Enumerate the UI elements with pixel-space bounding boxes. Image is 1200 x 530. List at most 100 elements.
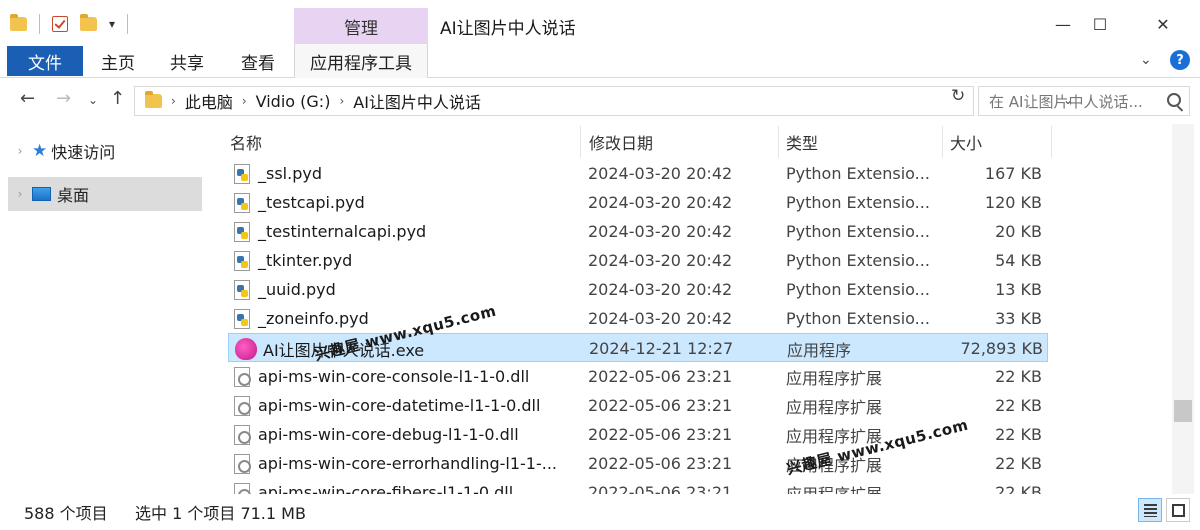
scrollbar-thumb[interactable] <box>1174 400 1192 422</box>
navigation-pane: › ★ 快速访问 › 桌面 <box>0 124 206 494</box>
file-name: api-ms-win-core-errorhandling-l1-1-... <box>258 454 558 473</box>
navigation-row: ← → ⌄ ↑ › 此电脑 › Vidio (G:) › AI让图片中人说话 ⌄… <box>0 82 1200 120</box>
back-arrow-icon[interactable]: ← <box>20 88 35 109</box>
file-name-cell[interactable]: api-ms-win-core-debug-l1-1-0.dll <box>234 420 574 449</box>
help-icon[interactable]: ? <box>1170 50 1190 70</box>
tab-view[interactable]: 查看 <box>241 46 275 76</box>
customize-toolbar-arrow-icon[interactable]: ▾ <box>109 17 115 31</box>
file-row[interactable]: api-ms-win-core-datetime-l1-1-0.dll 2022-… <box>228 391 1048 420</box>
column-divider[interactable] <box>1051 126 1052 158</box>
file-row[interactable]: _tkinter.pyd 2024-03-20 20:42 Python Exten… <box>228 246 1048 275</box>
file-row[interactable]: api-ms-win-core-console-l1-1-0.dll 2022-0… <box>228 362 1048 391</box>
file-type: Python Extensio... <box>786 164 930 183</box>
file-type: 应用程序扩展 <box>786 484 883 495</box>
file-date: 2022-05-06 23:21 <box>588 367 733 386</box>
tab-share[interactable]: 共享 <box>170 46 204 76</box>
file-row[interactable]: _zoneinfo.pyd 2024-03-20 20:42 Python Exte… <box>228 304 1048 333</box>
expand-chevron-icon[interactable]: › <box>8 144 32 158</box>
file-row[interactable]: api-ms-win-core-errorhandling-l1-1-... 20… <box>228 449 1048 478</box>
nav-item-quick-access[interactable]: › ★ 快速访问 <box>8 134 202 168</box>
file-size: 54 KB <box>995 251 1042 270</box>
tab-application-tools[interactable]: 应用程序工具 <box>294 44 428 78</box>
search-input[interactable]: 在 AI让图片中人说话... <box>978 86 1190 116</box>
close-button[interactable]: ✕ <box>1140 8 1186 40</box>
file-row[interactable]: _ssl.pyd 2024-03-20 20:42 Python Extensio.… <box>228 159 1048 188</box>
recent-locations-chevron-icon[interactable]: ⌄ <box>88 93 98 107</box>
properties-check-icon[interactable] <box>52 16 68 32</box>
breadcrumb-this-pc[interactable]: 此电脑 <box>185 89 233 113</box>
column-divider[interactable] <box>580 126 581 158</box>
app-exe-icon <box>235 337 257 360</box>
file-name-cell[interactable]: api-ms-win-core-console-l1-1-0.dll <box>234 362 574 391</box>
breadcrumb-drive[interactable]: Vidio (G:) <box>256 92 331 111</box>
toolbar-divider <box>39 14 40 34</box>
file-row[interactable]: _testinternalcapi.pyd 2024-03-20 20:42 Pyt… <box>228 217 1048 246</box>
file-size: 22 KB <box>995 483 1042 494</box>
file-date: 2024-03-20 20:42 <box>588 251 733 270</box>
column-divider[interactable] <box>778 126 779 158</box>
chevron-right-icon[interactable]: › <box>339 94 344 108</box>
file-list: ⌃ 名称 修改日期 类型 大小 _ssl.pyd 2024-03-20 20:42… <box>206 124 1172 494</box>
python-file-icon <box>234 308 250 329</box>
column-header-size[interactable]: 大小 <box>950 126 982 158</box>
file-type: Python Extensio... <box>786 251 930 270</box>
column-divider[interactable] <box>942 126 943 158</box>
details-view-icon <box>1144 504 1157 517</box>
refresh-icon[interactable]: ↻ <box>951 86 965 106</box>
details-view-button[interactable] <box>1138 498 1162 522</box>
nav-item-label: 快速访问 <box>51 143 116 162</box>
file-type: 应用程序扩展 <box>786 397 883 417</box>
folder-icon[interactable] <box>10 14 27 31</box>
maximize-button[interactable]: ☐ <box>1077 8 1123 40</box>
file-type: Python Extensio... <box>786 309 930 328</box>
column-header-name[interactable]: 名称 <box>230 126 262 158</box>
window-title: AI让图片中人说话 <box>440 19 576 39</box>
python-file-icon <box>234 192 250 213</box>
file-name-cell[interactable]: _testcapi.pyd <box>234 188 574 217</box>
new-folder-icon[interactable] <box>80 14 97 31</box>
address-bar[interactable]: › 此电脑 › Vidio (G:) › AI让图片中人说话 ⌄ <box>134 86 1073 116</box>
file-name: api-ms-win-core-debug-l1-1-0.dll <box>258 425 519 444</box>
dll-file-icon <box>234 424 251 445</box>
column-header-type[interactable]: 类型 <box>786 126 818 158</box>
file-date: 2024-03-20 20:42 <box>588 222 733 241</box>
chevron-right-icon[interactable]: › <box>171 94 176 108</box>
file-size: 72,893 KB <box>960 339 1043 358</box>
file-name-cell[interactable]: _testinternalcapi.pyd <box>234 217 574 246</box>
tab-home[interactable]: 主页 <box>101 46 135 76</box>
status-bar: 588 个项目 选中 1 个项目 71.1 MB <box>0 494 1200 530</box>
file-name-cell[interactable]: api-ms-win-core-errorhandling-l1-1-... <box>234 449 574 478</box>
file-row[interactable]: _testcapi.pyd 2024-03-20 20:42 Python Exte… <box>228 188 1048 217</box>
file-name: api-ms-win-core-datetime-l1-1-0.dll <box>258 396 541 415</box>
nav-item-label: 桌面 <box>57 186 90 205</box>
breadcrumb-current-folder[interactable]: AI让图片中人说话 <box>353 89 481 113</box>
expand-chevron-icon[interactable]: › <box>8 187 32 201</box>
file-row[interactable]: _uuid.pyd 2024-03-20 20:42 Python Extensio… <box>228 275 1048 304</box>
chevron-down-icon[interactable]: ⌄ <box>1140 52 1152 68</box>
file-size: 22 KB <box>995 454 1042 473</box>
file-name-cell[interactable]: _tkinter.pyd <box>234 246 574 275</box>
file-size: 33 KB <box>995 309 1042 328</box>
file-size: 22 KB <box>995 367 1042 386</box>
forward-arrow-icon[interactable]: → <box>56 88 71 109</box>
nav-item-desktop[interactable]: › 桌面 <box>8 177 202 211</box>
file-name-cell[interactable]: _ssl.pyd <box>234 159 574 188</box>
file-row[interactable]: api-ms-win-core-fibers-l1-1-0.dll 2022-05… <box>228 478 1048 494</box>
column-header-date[interactable]: 修改日期 <box>589 126 653 158</box>
file-date: 2022-05-06 23:21 <box>588 454 733 473</box>
file-type: Python Extensio... <box>786 222 930 241</box>
tab-file[interactable]: 文件 <box>7 46 83 76</box>
manage-tab[interactable]: 管理 <box>294 8 428 44</box>
chevron-right-icon[interactable]: › <box>242 94 247 108</box>
file-date: 2024-03-20 20:42 <box>588 309 733 328</box>
file-name-cell[interactable]: api-ms-win-core-datetime-l1-1-0.dll <box>234 391 574 420</box>
vertical-scrollbar[interactable] <box>1172 124 1194 494</box>
up-arrow-icon[interactable]: ↑ <box>110 88 125 109</box>
file-name-cell[interactable]: _uuid.pyd <box>234 275 574 304</box>
dll-file-icon <box>234 395 251 416</box>
large-icons-view-button[interactable] <box>1166 498 1190 522</box>
dll-file-icon <box>234 482 251 494</box>
file-name: _uuid.pyd <box>258 280 336 299</box>
file-name-cell[interactable]: api-ms-win-core-fibers-l1-1-0.dll <box>234 478 574 494</box>
file-type: 应用程序 <box>787 340 852 360</box>
